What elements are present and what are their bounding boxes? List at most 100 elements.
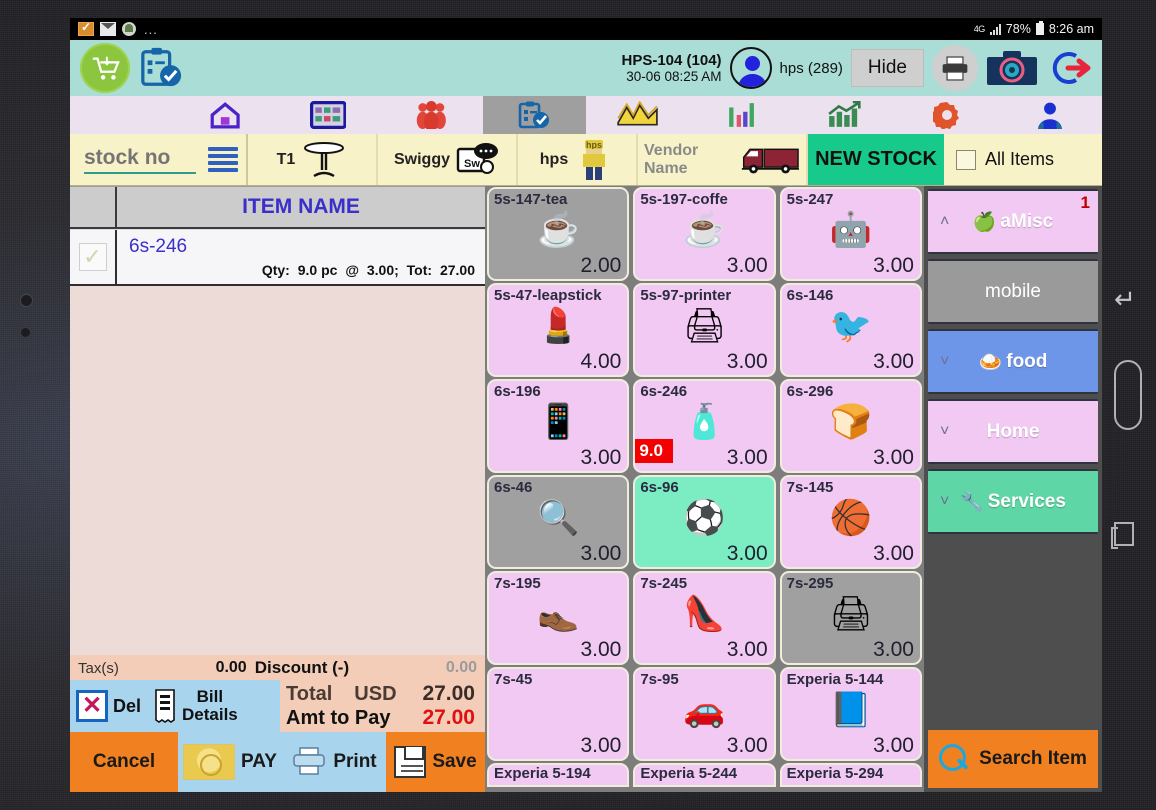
clipboard-check-icon[interactable] bbox=[138, 46, 184, 90]
product-tile[interactable]: 7s-195 👞 3.00 bbox=[489, 573, 628, 663]
stock-no-input[interactable] bbox=[84, 145, 196, 174]
product-tile-price: 3.00 bbox=[873, 446, 914, 469]
cart-glyph bbox=[92, 56, 120, 80]
sidebar-item-home[interactable] bbox=[173, 96, 276, 134]
sidebar-item-reports-trend[interactable] bbox=[792, 96, 895, 134]
product-tile[interactable]: 5s-97-printer 🖨 3.00 bbox=[635, 285, 774, 375]
product-tile[interactable]: Experia 5-144 📘 3.00 bbox=[781, 669, 920, 759]
row-tools: ✕ Del Bill Details bbox=[70, 680, 280, 732]
product-tile[interactable]: 6s-196 📱 3.00 bbox=[489, 381, 628, 471]
bill-row-check-col[interactable]: ✓ bbox=[70, 230, 117, 284]
product-tile-price: 3.00 bbox=[726, 734, 768, 757]
all-items-checkbox-box[interactable] bbox=[956, 149, 976, 170]
tab-swiggy-label: Swiggy bbox=[393, 150, 450, 168]
bill-empty-area bbox=[70, 286, 485, 655]
printer-icon[interactable] bbox=[932, 45, 978, 91]
nav-home-icon[interactable] bbox=[1114, 360, 1142, 430]
bill-details-button[interactable]: Bill Details bbox=[147, 684, 244, 728]
new-stock-button[interactable]: NEW STOCK bbox=[808, 134, 944, 185]
table-row[interactable]: ✓ 6s-246 Qty: 9.0 pc @ 3.00; Tot: 27.00 bbox=[70, 229, 485, 286]
camera-icon[interactable] bbox=[986, 49, 1038, 87]
camera-glyph bbox=[987, 51, 1037, 85]
tab-t1[interactable]: T1 bbox=[248, 134, 378, 185]
hide-button[interactable]: Hide bbox=[850, 49, 924, 87]
chevron-down-icon[interactable]: ˅ bbox=[940, 493, 949, 511]
bill-number: HPS-104 (104) bbox=[621, 51, 722, 69]
product-tile[interactable]: 7s-95 🚗 3.00 bbox=[635, 669, 774, 759]
product-tile[interactable]: 7s-245 👠 3.00 bbox=[635, 573, 774, 663]
delete-label: Del bbox=[113, 695, 142, 716]
logout-arrow-icon[interactable] bbox=[1046, 48, 1092, 88]
avatar[interactable] bbox=[729, 47, 772, 89]
nav-recents-icon[interactable] bbox=[1111, 522, 1134, 549]
all-items-checkbox[interactable]: All Items bbox=[944, 134, 1102, 185]
list-lines-button[interactable] bbox=[200, 134, 248, 185]
product-tile[interactable]: Experia 5-194 bbox=[489, 765, 628, 785]
product-tile-image: 📘 bbox=[829, 691, 872, 730]
action-buttons: Cancel PAY Print Save bbox=[70, 732, 485, 792]
sidebar-item-customers[interactable] bbox=[380, 96, 483, 134]
product-tile[interactable]: 5s-197-coffe ☕ 3.00 bbox=[635, 189, 774, 279]
category-item-food[interactable]: ˅ 🍛 food bbox=[928, 329, 1098, 394]
main-body: ITEM NAME ✓ 6s-246 Qty: 9.0 pc @ 3.00; T… bbox=[70, 186, 1102, 792]
tab-swiggy[interactable]: Swiggy Sw bbox=[378, 134, 518, 185]
chevron-up-icon[interactable]: ˄ bbox=[940, 213, 949, 231]
svg-text:hps: hps bbox=[586, 140, 602, 150]
shopping-cart-icon[interactable] bbox=[80, 43, 130, 93]
pay-button[interactable]: PAY bbox=[178, 732, 282, 792]
tab-hps[interactable]: hps hps bbox=[518, 134, 638, 185]
print-button[interactable]: Print bbox=[282, 732, 386, 792]
nav-back-icon[interactable]: ↵ bbox=[1114, 286, 1136, 312]
close-icon: ✕ bbox=[76, 690, 108, 722]
cancel-button[interactable]: Cancel bbox=[70, 732, 178, 792]
money-icon bbox=[183, 744, 236, 780]
nav-cell-spacer bbox=[70, 96, 173, 134]
category-item-mobile[interactable]: mobile bbox=[928, 259, 1098, 324]
sidebar-item-cash[interactable] bbox=[586, 96, 689, 134]
product-tile-price: 4.00 bbox=[580, 350, 622, 373]
product-tile[interactable]: 7s-295 🖨 3.00 bbox=[781, 573, 920, 663]
sidebar-item-orders[interactable] bbox=[482, 96, 587, 134]
amt-to-pay-value: 27.00 bbox=[422, 706, 475, 729]
category-item-misc[interactable]: ˄ 🍏 aMisc 1 bbox=[928, 189, 1098, 254]
sidebar-item-reports-bar[interactable] bbox=[689, 96, 792, 134]
grid-table-icon bbox=[309, 101, 347, 129]
category-item-services[interactable]: ˅ 🔧 Services bbox=[928, 469, 1098, 534]
product-tile[interactable]: 6s-146 🐦 3.00 bbox=[781, 285, 920, 375]
product-tile-image: ⚽ bbox=[683, 499, 726, 538]
sidebar-item-tables[interactable] bbox=[276, 96, 379, 134]
delete-button[interactable]: ✕ Del bbox=[70, 686, 147, 726]
person-icon: hps bbox=[583, 139, 606, 180]
product-tile[interactable]: Experia 5-244 bbox=[635, 765, 774, 785]
product-tile[interactable]: 6s-246 🧴 9.0 3.00 bbox=[635, 381, 774, 471]
product-tile[interactable]: 5s-247 🤖 3.00 bbox=[781, 189, 920, 279]
sidebar-item-profile[interactable] bbox=[999, 96, 1102, 134]
mail-icon bbox=[100, 22, 116, 36]
discount-value: 0.00 bbox=[445, 659, 477, 676]
device-screen: ... 4G 78% 8:26 am bbox=[70, 18, 1102, 792]
discount-label[interactable]: Discount (-) bbox=[255, 658, 349, 678]
product-tile[interactable]: 6s-96 ⚽ 3.00 bbox=[635, 477, 774, 567]
tax-value: 0.00 bbox=[215, 659, 247, 676]
product-tile[interactable]: 6s-46 🔍 3.00 bbox=[489, 477, 628, 567]
product-tile[interactable]: 7s-145 🏀 3.00 bbox=[781, 477, 920, 567]
all-items-label: All Items bbox=[985, 149, 1055, 169]
product-grid-panel[interactable]: 5s-147-tea ☕ 2.00 5s-197-coffe ☕ 3.00 5s-247 🤖 3… bbox=[485, 186, 924, 792]
product-grid: 5s-147-tea ☕ 2.00 5s-197-coffe ☕ 3.00 5s-247 🤖 3… bbox=[489, 189, 920, 785]
row-checkbox[interactable]: ✓ bbox=[78, 243, 107, 271]
category-item-home[interactable]: ˅ Home bbox=[928, 399, 1098, 464]
search-item-button[interactable]: Search Item bbox=[928, 730, 1098, 788]
tax-discount-row: Tax(s) 0.00 Discount (-) 0.00 bbox=[70, 655, 485, 680]
product-tile[interactable]: Experia 5-294 bbox=[781, 765, 920, 785]
product-tile[interactable]: 6s-296 🍞 3.00 bbox=[781, 381, 920, 471]
chevron-down-icon[interactable]: ˅ bbox=[940, 423, 949, 441]
tab-vendor[interactable]: Vendor Name bbox=[638, 134, 808, 185]
chevron-down-icon[interactable]: ˅ bbox=[940, 353, 949, 371]
product-tile[interactable]: 5s-147-tea ☕ 2.00 bbox=[489, 189, 628, 279]
totals-values: Total USD 27.00 Amt to Pay 27.00 bbox=[280, 680, 485, 732]
product-tile-price: 3.00 bbox=[873, 254, 914, 277]
product-tile[interactable]: 7s-45 3.00 bbox=[489, 669, 628, 759]
product-tile[interactable]: 5s-47-leapstick 💄 4.00 bbox=[489, 285, 628, 375]
sidebar-item-settings[interactable] bbox=[896, 96, 999, 134]
save-button[interactable]: Save bbox=[386, 732, 485, 792]
